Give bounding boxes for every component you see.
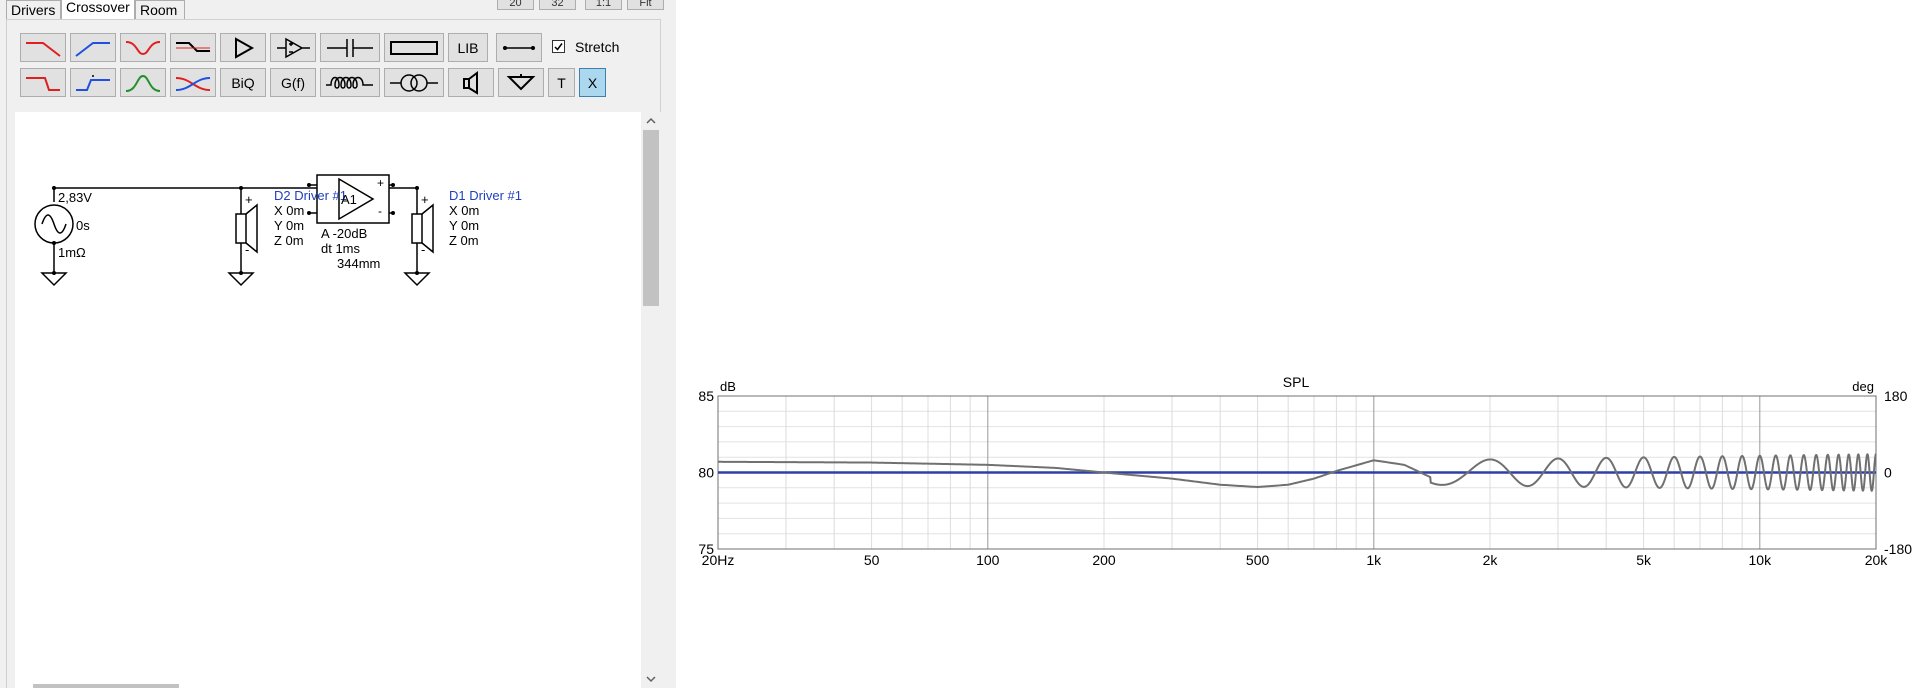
spl-chart[interactable]: SPL dB deg 20Hz 50 100 200 500 1k 2k 5k 10k 20k85… [676,0,1920,688]
tab-room[interactable]: Room [135,0,185,19]
wire-icon [503,45,535,50]
lowpass-icon [26,41,61,57]
y-tick-label: 80 [698,465,714,481]
wire-button[interactable] [496,33,542,62]
source-voltage-label: 2,83V [58,190,92,205]
inductor-button[interactable] [320,68,380,97]
d2-minus-label: - [245,242,250,257]
amp-gain-label: A -20dB [321,226,368,241]
vertical-scrollbar[interactable] [641,112,661,688]
d1-minus-label: - [421,242,426,257]
x-tick-label: 100 [976,552,1000,568]
delete-tool-button[interactable]: X [579,68,606,97]
lib-button[interactable]: LIB [448,33,488,62]
x-tick-label: 1k [1366,552,1382,568]
scroll-down-icon [646,676,656,683]
chart-ticks: 20Hz 50 100 200 500 1k 2k 5k 10k 20k8580751800-18… [698,388,1912,568]
scrollbar-thumb[interactable] [643,130,659,306]
biquad-button[interactable]: BiQ [220,68,266,97]
y-tick-label: 85 [698,388,714,404]
highpass-button[interactable] [70,33,116,62]
bandstop-button[interactable] [120,33,166,62]
left-panel: Drivers Crossover Room 20 32 1:1 Fit LIB… [0,0,676,688]
capacitor-icon [327,38,373,57]
source-delay-label: 0s [76,218,90,233]
x-tick-label: 500 [1246,552,1270,568]
highpass-icon [75,41,110,57]
zoom-20-button[interactable]: 20 [497,0,534,10]
d2-driver-name[interactable]: D2 Driver #1 [274,188,347,203]
zoom-32-button[interactable]: 32 [539,0,576,10]
x-tick-label: 200 [1092,552,1116,568]
transformer-icon [390,73,438,92]
speaker-button[interactable] [448,68,494,97]
y2-axis-label: deg [1852,379,1874,394]
hscroll-thumb[interactable] [33,684,179,688]
transformer-button[interactable] [384,68,444,97]
amp-id-label: A1 [341,192,357,207]
d1-plus-label: + [421,192,429,207]
tab-drivers[interactable]: Drivers [6,0,61,19]
inductor-icon [326,76,373,89]
x-tick-label: 5k [1636,552,1652,568]
highpass-step-icon [76,74,110,91]
amp-minus-label: - [378,204,382,218]
chart-panel: SPL dB deg 20Hz 50 100 200 500 1k 2k 5k 10k 20k 85… [676,0,1920,688]
x-tick-label: 10k [1749,552,1773,568]
triangle-amp-icon [235,36,255,59]
x-tick-label: 2k [1483,552,1499,568]
bandpass-icon [125,74,161,92]
amp-distance-label: 344mm [337,256,381,271]
zoom-fit-button[interactable]: Fit [627,0,664,10]
d1-y-label: Y 0m [449,218,480,233]
y2-tick-label: -180 [1884,541,1912,557]
bandpass-button[interactable] [120,68,166,97]
notch-icon [125,40,161,55]
y2-tick-label: 0 [1884,465,1892,481]
crossover-pair-button[interactable] [170,68,216,97]
text-tool-button[interactable]: T [548,68,575,97]
zoom-1-1-button[interactable]: 1:1 [585,0,622,10]
capacitor-button[interactable] [320,33,380,62]
x-tick-label: 50 [864,552,880,568]
d1-x-label: X 0m [449,203,480,218]
d2-z-label: Z 0m [274,233,304,248]
d1-z-label: Z 0m [449,233,479,248]
stretch-label: Stretch [575,39,620,55]
shelf-icon [176,41,210,52]
amplifier-button[interactable] [220,33,266,62]
lowpass-button[interactable] [20,33,66,62]
resistor-button[interactable] [384,33,444,62]
scroll-up-icon [646,117,656,124]
crossover-icon [175,76,211,91]
lowpass-step-icon [26,76,60,91]
speaker-icon [463,70,478,95]
amp-delay-label: dt 1ms [321,241,361,256]
shelf-button[interactable] [170,33,216,62]
d1-driver-name[interactable]: D1 Driver #1 [449,188,522,203]
y2-tick-label: 180 [1884,388,1908,404]
source-resistance-label: 1mΩ [58,245,86,260]
tab-crossover[interactable]: Crossover [61,0,135,20]
opamp-icon [277,37,310,58]
gf-button[interactable]: G(f) [270,68,316,97]
stretch-checkbox[interactable] [552,40,565,53]
d2-y-label: Y 0m [274,218,305,233]
ground-icon [506,73,536,90]
amp-plus-label: + [377,176,385,190]
y-axis-label: dB [720,379,736,394]
chart-title: SPL [1283,374,1310,390]
buffer-amp-button[interactable] [270,33,316,62]
highpass-2-button[interactable] [70,68,116,97]
resistor-icon [390,40,438,55]
y-tick-label: 75 [698,541,714,557]
checkmark-icon [554,43,563,51]
ground-button[interactable] [498,68,544,97]
schematic-canvas[interactable]: 2,83V 0s 1mΩ + - D2 Driver #1 X 0m Y 0m … [15,112,641,688]
d2-x-label: X 0m [274,203,305,218]
lowpass-2-button[interactable] [20,68,66,97]
d2-plus-label: + [245,192,253,207]
